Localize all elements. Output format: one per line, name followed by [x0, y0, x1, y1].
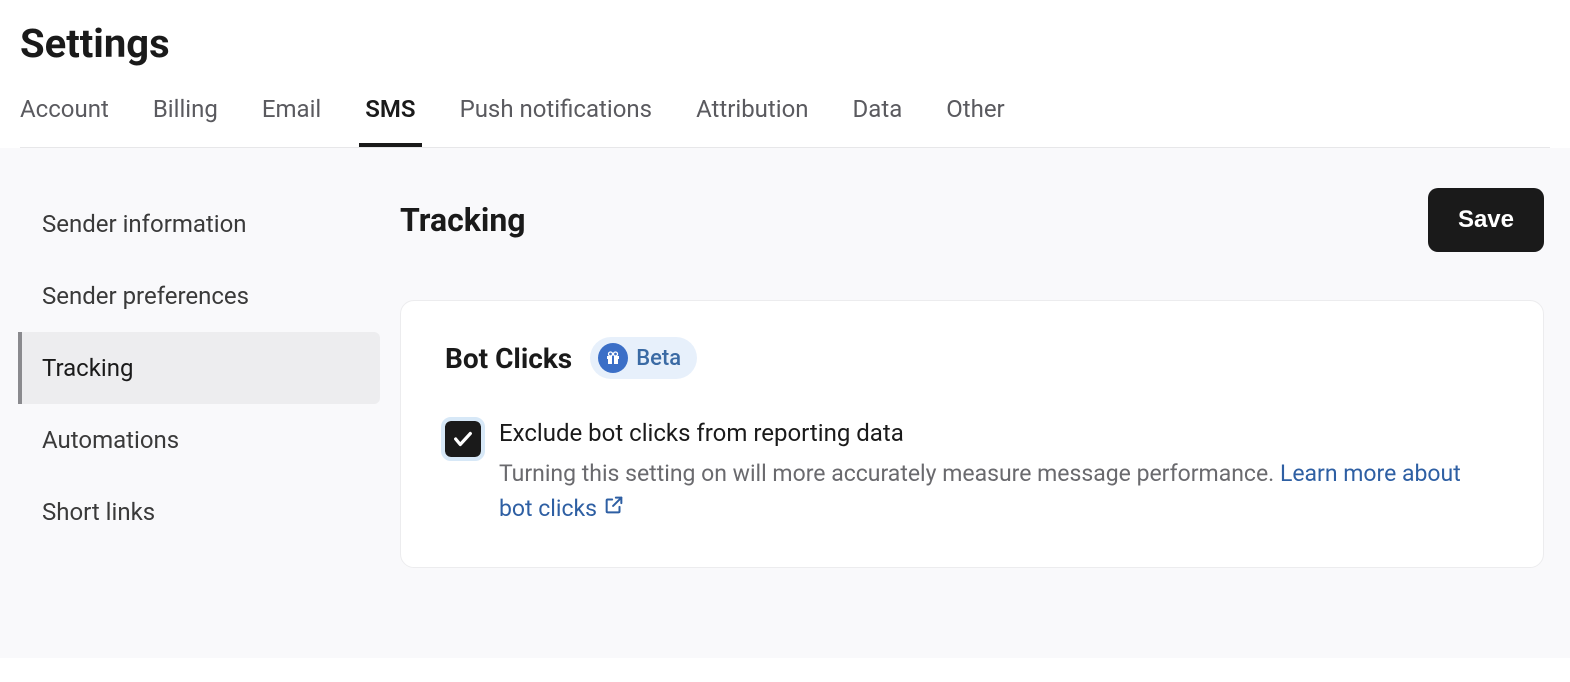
- tab-sms[interactable]: SMS: [365, 95, 415, 147]
- sidebar-item-sender-preferences[interactable]: Sender preferences: [18, 260, 380, 332]
- external-link-icon: [603, 492, 625, 527]
- beta-badge-label: Beta: [636, 346, 681, 371]
- tab-data[interactable]: Data: [853, 95, 903, 147]
- card-title: Bot Clicks: [445, 342, 572, 375]
- page-title: Settings: [20, 20, 1550, 67]
- sidebar-item-automations[interactable]: Automations: [18, 404, 380, 476]
- tab-attribution[interactable]: Attribution: [696, 95, 808, 147]
- tabs-nav: Account Billing Email SMS Push notificat…: [20, 95, 1550, 148]
- tab-email[interactable]: Email: [262, 95, 321, 147]
- tab-account[interactable]: Account: [20, 95, 109, 147]
- setting-description: Turning this setting on will more accura…: [499, 457, 1499, 527]
- sidebar-item-sender-information[interactable]: Sender information: [18, 188, 380, 260]
- section-title: Tracking: [400, 201, 526, 239]
- check-icon: [452, 428, 474, 450]
- tab-billing[interactable]: Billing: [153, 95, 218, 147]
- sidebar: Sender information Sender preferences Tr…: [0, 188, 400, 658]
- sidebar-item-short-links[interactable]: Short links: [18, 476, 380, 548]
- setting-label: Exclude bot clicks from reporting data: [499, 419, 1499, 447]
- tab-push-notifications[interactable]: Push notifications: [460, 95, 653, 147]
- exclude-bot-clicks-checkbox[interactable]: [445, 421, 481, 457]
- sidebar-item-tracking[interactable]: Tracking: [18, 332, 380, 404]
- beta-badge: Beta: [590, 337, 697, 379]
- gift-icon: [598, 343, 628, 373]
- main-content: Tracking Save Bot Clicks B: [400, 188, 1570, 658]
- bot-clicks-card: Bot Clicks Beta: [400, 300, 1544, 568]
- tab-other[interactable]: Other: [946, 95, 1004, 147]
- save-button[interactable]: Save: [1428, 188, 1544, 252]
